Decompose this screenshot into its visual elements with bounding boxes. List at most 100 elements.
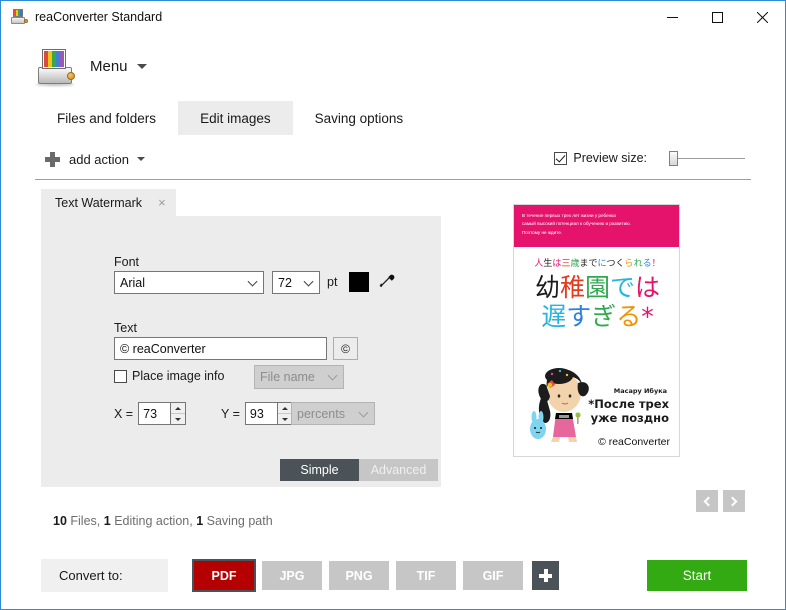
application-window: reaConverter Standard Menu Files and fol… <box>0 0 786 610</box>
preview-jp-title-line-2: 遅すぎる* <box>541 302 654 331</box>
preview-size-group: Preview size: <box>554 149 745 167</box>
chevron-down-icon <box>303 276 314 287</box>
x-position-row: X = 73 <box>114 402 187 425</box>
x-position-value: 73 <box>143 406 158 421</box>
x-position-stepper[interactable]: 73 <box>138 402 187 425</box>
eyedropper-icon[interactable] <box>378 271 396 289</box>
close-button[interactable] <box>740 1 785 33</box>
x-decrement-button[interactable] <box>171 414 186 424</box>
mode-simple-button[interactable]: Simple <box>280 459 359 481</box>
position-units-value: percents <box>297 406 345 421</box>
paths-count: 1 <box>196 514 204 528</box>
y-decrement-button[interactable] <box>277 414 292 424</box>
y-increment-button[interactable] <box>277 403 292 414</box>
convert-to-label: Convert to: <box>41 559 168 592</box>
start-button[interactable]: Start <box>647 560 747 591</box>
watermark-text-input[interactable]: © reaConverter <box>114 337 327 360</box>
position-units-select[interactable]: percents <box>291 402 375 425</box>
x-label: X = <box>114 406 134 421</box>
chevron-left-icon <box>703 496 714 506</box>
banner-line-1: В течение первых трех лет жизни у ребенк… <box>522 213 616 218</box>
font-family-value: Arial <box>120 275 146 290</box>
preview-title-ru: *После трех уже поздно <box>588 397 669 425</box>
preview-author: Масару Ибука <box>613 387 667 395</box>
minimize-button[interactable] <box>650 1 695 33</box>
next-image-button[interactable] <box>723 490 745 512</box>
add-action-label[interactable]: add action <box>69 152 129 167</box>
y-position-stepper[interactable]: 93 <box>244 402 293 425</box>
app-logo-icon <box>34 46 76 86</box>
preview-jp-subtitle: 人生は三歳までにつくられる！ <box>534 259 661 269</box>
divider <box>35 179 751 180</box>
app-printer-icon <box>11 9 28 25</box>
chevron-down-icon <box>358 407 369 418</box>
text-watermark-panel: Font Arial 72 pt Text © reaConverter © P… <box>41 216 441 487</box>
format-button-gif[interactable]: GIF <box>463 561 523 590</box>
action-tab-strip: Text Watermark × <box>41 189 176 216</box>
text-label: Text <box>114 321 137 335</box>
chevron-down-icon[interactable] <box>137 157 145 161</box>
font-family-select[interactable]: Arial <box>114 271 264 294</box>
mode-advanced-button[interactable]: Advanced <box>359 459 438 481</box>
insert-copyright-button[interactable]: © <box>333 337 358 360</box>
preview-watermark: © reaConverter <box>598 436 670 448</box>
font-color-swatch[interactable] <box>349 272 369 292</box>
x-increment-button[interactable] <box>171 403 186 414</box>
actions-count: 1 <box>103 514 111 528</box>
banner-line-2: самый высокий потенциал к обучению и раз… <box>522 221 631 227</box>
pt-unit-label: pt <box>327 275 338 289</box>
format-button-tif[interactable]: TIF <box>396 561 456 590</box>
window-controls <box>650 1 785 33</box>
maximize-button[interactable] <box>695 1 740 33</box>
font-size-select[interactable]: 72 <box>272 271 320 294</box>
watermark-text-value: © reaConverter <box>120 341 206 356</box>
menu-button[interactable]: Menu <box>76 58 147 75</box>
close-icon[interactable]: × <box>158 196 166 209</box>
window-title: reaConverter Standard <box>35 10 163 24</box>
image-preview[interactable]: В течение первых трех лет жизни у ребенк… <box>513 204 680 457</box>
plus-icon[interactable] <box>45 151 60 167</box>
format-button-jpg[interactable]: JPG <box>262 561 322 590</box>
actions-label: Editing action, <box>114 514 193 528</box>
place-image-info-checkbox[interactable] <box>114 369 127 383</box>
files-count: 10 <box>53 514 67 528</box>
tab-saving-options[interactable]: Saving options <box>293 101 426 135</box>
main-tabs: Files and folders Edit images Saving opt… <box>1 101 785 135</box>
chevron-down-icon <box>327 370 338 381</box>
y-position-row: Y = 93 <box>221 402 293 425</box>
preview-size-label: Preview size: <box>573 151 647 165</box>
mode-toggle-group: Simple Advanced <box>280 459 438 481</box>
menu-label: Menu <box>90 57 128 75</box>
chevron-down-icon <box>247 276 258 287</box>
image-info-value: File name <box>260 370 315 384</box>
place-image-info-label: Place image info <box>132 369 225 383</box>
preview-title-ru-line-2: уже поздно <box>590 411 669 426</box>
image-info-select[interactable]: File name <box>254 365 344 389</box>
y-stepper-buttons <box>276 403 292 424</box>
font-size-value: 72 <box>278 275 292 290</box>
y-label: Y = <box>221 406 240 421</box>
y-position-value: 93 <box>249 406 264 421</box>
plus-icon <box>539 569 552 582</box>
format-button-png[interactable]: PNG <box>329 561 389 590</box>
files-label: Files, <box>70 514 101 528</box>
paths-label: Saving path <box>206 514 273 528</box>
action-tab-text-watermark[interactable]: Text Watermark × <box>41 189 176 216</box>
preview-navigation <box>696 490 745 512</box>
format-button-pdf[interactable]: PDF <box>192 559 256 592</box>
preview-illustration <box>526 363 596 443</box>
banner-line-3: Поэтому не ждите. <box>522 229 563 235</box>
slider-thumb[interactable] <box>669 151 678 166</box>
preview-title-ru-line-1: *После трех <box>588 397 669 411</box>
title-bar: reaConverter Standard <box>1 1 785 33</box>
previous-image-button[interactable] <box>696 490 718 512</box>
preview-jp-title-line-1: 幼稚園では <box>534 273 661 302</box>
action-tab-label: Text Watermark <box>55 195 143 210</box>
tab-files-and-folders[interactable]: Files and folders <box>35 101 178 135</box>
preview-size-slider[interactable] <box>669 149 745 167</box>
preview-size-checkbox[interactable] <box>554 151 568 165</box>
tab-edit-images[interactable]: Edit images <box>178 101 293 135</box>
place-image-info-row: Place image info <box>114 369 224 383</box>
slider-track <box>669 158 745 159</box>
add-format-button[interactable] <box>532 561 559 590</box>
